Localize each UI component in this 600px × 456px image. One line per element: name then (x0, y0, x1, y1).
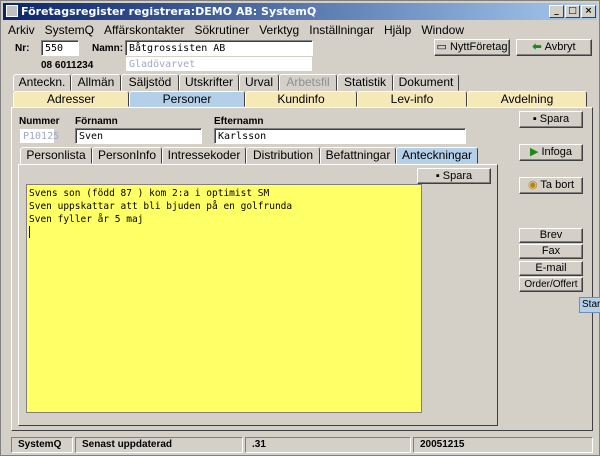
efternamn-label: Efternamn (214, 116, 264, 127)
order-offer-button[interactable]: Order/Offert (519, 277, 583, 292)
floppy-icon: ▪ (532, 113, 540, 125)
insert-icon: ▶ (529, 146, 542, 158)
tab-kundinfo[interactable]: Kundinfo (245, 91, 357, 107)
notes-line: Sven fyller år 5 maj (29, 214, 144, 225)
status-code: .31 (245, 437, 411, 453)
trash-icon: ◉ (527, 179, 541, 191)
floppy-icon: ▪ (435, 170, 443, 182)
status-updated: Senast uppdaterad (75, 437, 243, 453)
menu-verktyg[interactable]: Verktyg (254, 21, 304, 37)
main-window: Företagsregister registrera:DEMO AB: Sys… (0, 0, 600, 456)
title-bar: Företagsregister registrera:DEMO AB: Sys… (3, 3, 597, 20)
arrow-left-icon: ⬅ (532, 41, 545, 53)
tab-allman[interactable]: Allmän (71, 74, 121, 91)
tab-adresser[interactable]: Adresser (13, 91, 129, 107)
email-button[interactable]: E-mail (519, 261, 583, 276)
notes-save-button[interactable]: ▪ Spara (417, 168, 491, 184)
new-company-button[interactable]: ▭ NyttFöretag (434, 39, 510, 56)
tab-lev-info[interactable]: Lev-info (357, 91, 467, 107)
tab-anteckningar[interactable]: Anteckningar (396, 147, 478, 164)
minimize-button[interactable]: _ (549, 5, 564, 18)
app-icon (6, 5, 18, 17)
nr-label: Nr: (15, 43, 30, 54)
menu-systemq[interactable]: SystemQ (40, 21, 99, 37)
status-date: 20051215 (413, 437, 593, 453)
efternamn-field[interactable]: Karlsson (214, 128, 466, 144)
tab-anteckn[interactable]: Anteckn. (13, 74, 71, 91)
start-tab[interactable]: Star (579, 297, 600, 313)
status-app: SystemQ (11, 437, 73, 453)
tab-arbetsfil[interactable]: Arbetsfil (279, 74, 337, 91)
menu-sokrutiner[interactable]: Sökrutiner (190, 21, 255, 37)
menu-bar: Arkiv SystemQ Affärskontakter Sökrutiner Ver… (3, 21, 597, 39)
menu-installningar[interactable]: Inställningar (304, 21, 379, 37)
tab-avdelning[interactable]: Avdelning (467, 91, 587, 107)
namn-field[interactable]: Båtgrossisten AB (125, 40, 313, 56)
menu-window[interactable]: Window (416, 21, 469, 37)
tab-urval[interactable]: Urval (239, 74, 279, 91)
fornamn-field[interactable]: Sven (75, 128, 202, 144)
menu-arkiv[interactable]: Arkiv (3, 21, 40, 37)
phone-value: 08 6011234 (41, 60, 94, 71)
nummer-label: Nummer (19, 116, 60, 127)
tab-intressekoder[interactable]: Intressekoder (162, 147, 246, 164)
fax-button[interactable]: Fax (519, 244, 583, 259)
fornamn-label: Förnamn (75, 116, 118, 127)
tab-befattningar[interactable]: Befattningar (320, 147, 396, 164)
menu-affarskontakter[interactable]: Affärskontakter (99, 21, 189, 37)
tab-personer[interactable]: Personer (129, 91, 245, 107)
nummer-field[interactable]: P10125 (19, 128, 59, 144)
close-button[interactable]: × (581, 5, 596, 18)
menu-hjalp[interactable]: Hjälp (379, 21, 416, 37)
notes-textarea[interactable]: Svens son (född 87 ) kom 2:a i optimist … (26, 184, 422, 413)
cancel-button[interactable]: ⬅ Avbryt (516, 39, 592, 56)
namn-label: Namn: (92, 43, 124, 54)
letter-button[interactable]: Brev (519, 228, 583, 243)
window-title: Företagsregister registrera:DEMO AB: Sys… (21, 5, 317, 18)
subname-field[interactable]: Gladövarvet (125, 56, 313, 72)
doc-icon: ▭ (436, 41, 450, 53)
nr-field[interactable]: 550 (41, 40, 79, 56)
tab-statistik[interactable]: Statistik (337, 74, 393, 91)
notes-line: Svens son (född 87 ) kom 2:a i optimist … (29, 188, 270, 199)
tab-distribution[interactable]: Distribution (246, 147, 320, 164)
delete-button[interactable]: ◉ Ta bort (519, 177, 583, 194)
tab-utskrifter[interactable]: Utskrifter (179, 74, 239, 91)
tab-dokument[interactable]: Dokument (393, 74, 459, 91)
notes-line: Sven uppskattar att bli bjuden på en gol… (29, 201, 293, 212)
tab-saljstod[interactable]: Säljstöd (121, 74, 179, 91)
save-person-button[interactable]: ▪ Spara (519, 111, 583, 128)
maximize-button[interactable]: □ (565, 5, 580, 18)
tab-personlista[interactable]: Personlista (20, 147, 92, 164)
text-cursor (29, 226, 30, 238)
tab-personinfo[interactable]: PersonInfo (92, 147, 162, 164)
insert-button[interactable]: ▶ Infoga (519, 144, 583, 161)
